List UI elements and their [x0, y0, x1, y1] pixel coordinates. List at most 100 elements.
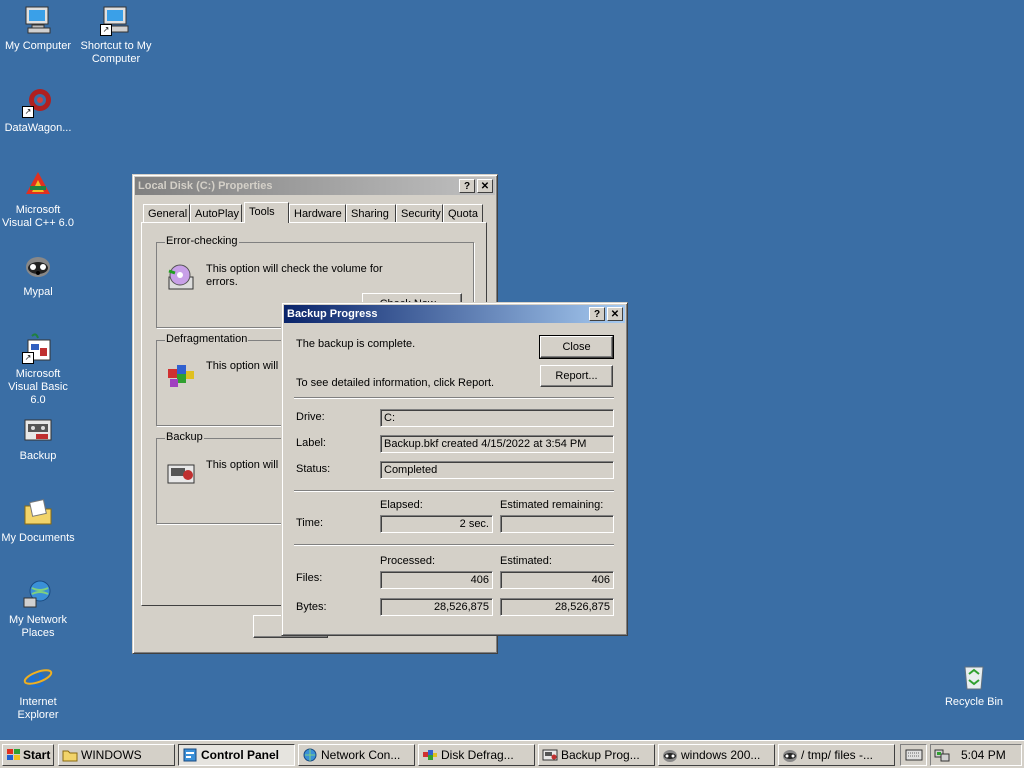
tab-autoplay[interactable]: AutoPlay [190, 204, 242, 222]
estimated-header: Estimated: [500, 555, 552, 567]
completion-message: The backup is complete. [296, 338, 416, 350]
dialog-title: Backup Progress [287, 308, 378, 320]
tab-hardware[interactable]: Hardware [289, 204, 346, 222]
quick-icon-tray [900, 744, 927, 766]
taskbar-item-label: WINDOWS [81, 748, 142, 762]
ie-icon: e [22, 660, 54, 692]
keyboard-icon[interactable] [905, 748, 923, 762]
desktop-icon-visual-cpp[interactable]: Microsoft Visual C++ 6.0 [0, 168, 76, 230]
remaining-field [500, 515, 614, 533]
desktop-icon-datawagon[interactable]: ↗ DataWagon... [0, 86, 76, 135]
report-hint: To see detailed information, click Repor… [296, 377, 495, 389]
desktop-icon-visual-basic[interactable]: ↗ Microsoft Visual Basic 6.0 [0, 332, 76, 407]
folder-icon [62, 747, 78, 763]
taskbar-item-label: / tmp/ files -... [801, 748, 874, 762]
group-title: Defragmentation [165, 333, 249, 345]
taskbar-item-backup-progress[interactable]: Backup Prog... [538, 744, 655, 766]
start-button[interactable]: Start [2, 744, 54, 766]
clock[interactable]: 5:04 PM [961, 747, 1006, 763]
tab-security[interactable]: Security [396, 204, 443, 222]
tab-general[interactable]: General [143, 204, 190, 222]
defragmentation-text: This option will d [206, 360, 288, 372]
close-button[interactable]: ✕ [477, 179, 493, 193]
desktop-icon-network-places[interactable]: My Network Places [0, 578, 76, 640]
defrag-icon [422, 747, 438, 763]
tab-quota[interactable]: Quota [443, 204, 483, 222]
group-title: Error-checking [165, 235, 239, 247]
remaining-header: Estimated remaining: [500, 499, 604, 511]
tab-sharing[interactable]: Sharing [346, 204, 396, 222]
taskbar-item-control-panel[interactable]: Control Panel [178, 744, 295, 766]
system-tray: 5:04 PM [930, 744, 1022, 766]
drive-field: C: [380, 409, 614, 427]
elapsed-header: Elapsed: [380, 499, 423, 511]
separator [294, 397, 614, 399]
desktop-icon-label: Internet Explorer [17, 696, 59, 721]
taskbar-item-disk-defrag[interactable]: Disk Defrag... [418, 744, 535, 766]
mypal-icon [662, 747, 678, 763]
taskbar-item-label: Disk Defrag... [441, 748, 514, 762]
separator [294, 544, 614, 546]
desktop-icon-backup[interactable]: Backup [0, 414, 76, 463]
visual-basic-icon: ↗ [22, 332, 54, 364]
help-button[interactable]: ? [589, 307, 605, 321]
time-label: Time: [296, 517, 324, 529]
taskbar-item-label: Control Panel [201, 748, 280, 762]
backup-progress-titlebar[interactable]: Backup Progress ? ✕ [284, 305, 625, 323]
taskbar-item-network-connections[interactable]: Network Con... [298, 744, 415, 766]
label-field: Backup.bkf created 4/15/2022 at 3:54 PM [380, 435, 614, 453]
taskbar-item-tmp-files[interactable]: / tmp/ files -... [778, 744, 895, 766]
desktop-icon-recycle-bin[interactable]: Recycle Bin [936, 660, 1012, 709]
backup-icon [542, 747, 558, 763]
computer-shortcut-icon: ↗ [100, 4, 132, 36]
network-tray-icon[interactable] [934, 747, 950, 763]
desktop-icon-my-documents[interactable]: My Documents [0, 496, 76, 545]
bytes-label: Bytes: [296, 601, 327, 613]
desktop-icon-my-computer[interactable]: My Computer [0, 4, 76, 53]
desktop-icon-label: Backup [19, 450, 57, 462]
disk-check-icon [165, 263, 197, 295]
elapsed-field: 2 sec. [380, 515, 493, 533]
desktop-icon-internet-explorer[interactable]: e Internet Explorer [0, 660, 76, 722]
mypal-icon [782, 747, 798, 763]
properties-titlebar[interactable]: Local Disk (C:) Properties ? ✕ [135, 177, 495, 195]
taskbar-item-label: Network Con... [321, 748, 401, 762]
group-title: Backup [165, 431, 204, 443]
taskbar-item-label: windows 200... [681, 748, 761, 762]
tab-tools[interactable]: Tools [244, 202, 289, 223]
svg-text:e: e [28, 661, 46, 692]
help-button[interactable]: ? [459, 179, 475, 193]
windows-logo-icon [6, 747, 22, 763]
error-checking-text-1: This option will check the volume for [206, 263, 383, 275]
desktop-icon-label: DataWagon... [4, 122, 72, 134]
recycle-bin-icon [958, 660, 990, 692]
bytes-estimated-field: 28,526,875 [500, 598, 614, 616]
taskbar-item-windows[interactable]: WINDOWS [58, 744, 175, 766]
network-connections-icon [302, 747, 318, 763]
desktop-icon-label: Microsoft Visual C++ 6.0 [2, 204, 74, 229]
desktop-icon-label: Shortcut to My Computer [80, 40, 152, 65]
files-estimated-field: 406 [500, 571, 614, 589]
error-checking-text-2: errors. [206, 276, 238, 288]
processed-header: Processed: [380, 555, 436, 567]
desktop-icon-shortcut-my-computer[interactable]: ↗ Shortcut to My Computer [78, 4, 154, 66]
taskbar-item-label: Backup Prog... [561, 748, 640, 762]
datawagon-icon: ↗ [22, 86, 54, 118]
close-button[interactable]: ✕ [607, 307, 623, 321]
mypal-icon [22, 250, 54, 282]
window-title: Local Disk (C:) Properties [138, 180, 273, 192]
report-button[interactable]: Report... [540, 365, 613, 387]
network-icon [22, 578, 54, 610]
desktop-icon-label: My Network Places [8, 614, 68, 639]
taskbar-item-windows-200[interactable]: windows 200... [658, 744, 775, 766]
status-label: Status: [296, 463, 331, 475]
close-dialog-button[interactable]: Close [539, 335, 614, 359]
desktop-icon-label: My Computer [4, 40, 72, 52]
desktop-icon-label: Mypal [23, 286, 53, 298]
desktop-icon-label: Microsoft Visual Basic 6.0 [8, 368, 68, 406]
label-label: Label: [296, 437, 326, 449]
defrag-icon [165, 359, 197, 391]
desktop-icon-mypal[interactable]: Mypal [0, 250, 76, 299]
start-label: Start [23, 748, 51, 762]
backup-icon [22, 414, 54, 446]
